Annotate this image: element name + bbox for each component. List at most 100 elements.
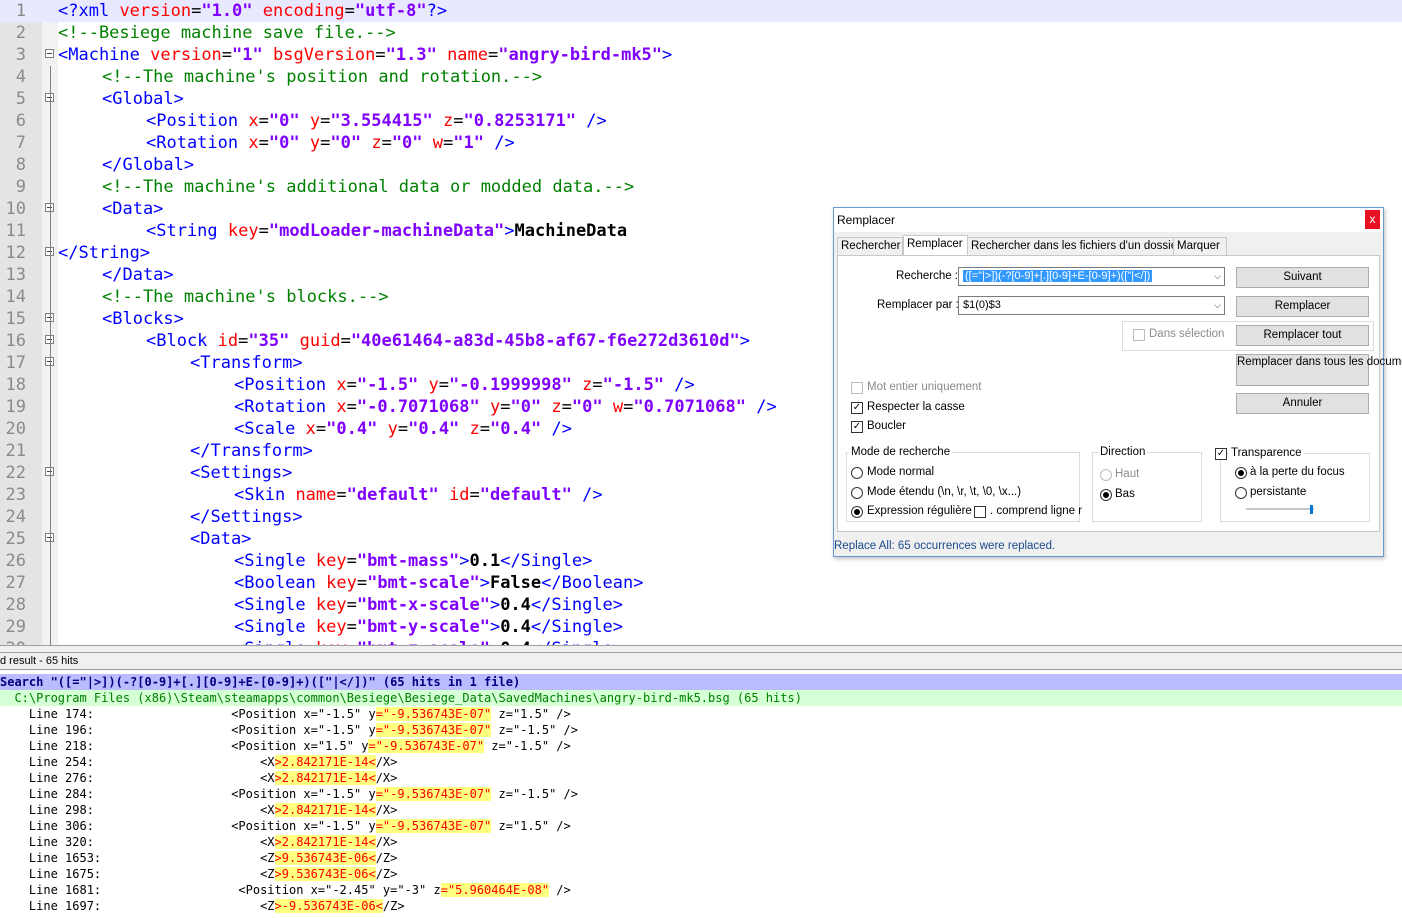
transparency-slider[interactable]: [1246, 508, 1314, 510]
result-row[interactable]: Line 284: <Position x="-1.5" y="-9.53674…: [0, 786, 1402, 802]
close-icon[interactable]: x: [1365, 210, 1380, 229]
result-line-label: Line 218:: [0, 739, 116, 753]
code-text: <Scale x="0.4" y="0.4" z="0.4" />: [234, 419, 572, 439]
code-text: <Data>: [102, 199, 164, 219]
code-text: <!--The machine's position and rotation.…: [102, 67, 543, 87]
code-line[interactable]: 28 <Single key="bmt-x-scale">0.4</Single>: [0, 594, 1402, 616]
line-number: 6: [15, 111, 26, 131]
code-line[interactable]: 9 <!--The machine's additional data or mo…: [0, 176, 1402, 198]
result-row[interactable]: Line 1697: <Z>-9.536743E-06</Z>: [0, 898, 1402, 914]
result-row[interactable]: Line 1681: <Position x="-2.45" y="-3" z=…: [0, 882, 1402, 898]
search-summary-line[interactable]: Search "([="|>])(-?[0-9]+[.][0-9]+E-[0-9…: [0, 674, 1402, 690]
line-number: 26: [5, 551, 26, 571]
tab-marquer[interactable]: Marquer: [1173, 237, 1227, 255]
result-row[interactable]: Line 1675: <Z>9.536743E-06</Z>: [0, 866, 1402, 882]
result-text: <X: [115, 835, 275, 849]
code-line[interactable]: 29 <Single key="bmt-y-scale">0.4</Single>: [0, 616, 1402, 638]
dialog-titlebar[interactable]: Remplacer x: [834, 208, 1383, 232]
replace-button[interactable]: Remplacer: [1236, 296, 1369, 317]
mode-normal-radio[interactable]: [851, 467, 863, 479]
trans-always-radio[interactable]: [1235, 487, 1247, 499]
line-number: 28: [5, 595, 26, 615]
replace-all-docs-button[interactable]: Remplacer dans tous les documents ouvert…: [1236, 354, 1402, 386]
in-selection-checkbox[interactable]: [1133, 329, 1145, 341]
result-text: /Z>: [382, 899, 405, 913]
cancel-button[interactable]: Annuler: [1236, 393, 1369, 414]
transparency-label: Transparence: [1229, 447, 1304, 459]
result-row[interactable]: Line 298: <X>2.842171E-14</X>: [0, 802, 1402, 818]
code-line[interactable]: 7 <Rotation x="0" y="0" z="0" w="1" />: [0, 132, 1402, 154]
code-line[interactable]: 3 <Machine version="1" bsgVersion="1.3" n…: [0, 44, 1402, 66]
result-text: /X>: [375, 771, 398, 785]
replace-all-button[interactable]: Remplacer tout: [1236, 325, 1369, 346]
result-row[interactable]: Line 254: <X>2.842171E-14</X>: [0, 754, 1402, 770]
result-row[interactable]: Line 218: <Position x="1.5" y="-9.536743…: [0, 738, 1402, 754]
whole-word-checkbox[interactable]: [851, 382, 863, 394]
result-line-label: Line 254:: [0, 755, 116, 769]
trans-always-label: persistante: [1250, 486, 1307, 498]
result-row[interactable]: Line 174: <Position x="-1.5" y="-9.53674…: [0, 706, 1402, 722]
tab-rechercher[interactable]: Rechercher: [837, 237, 903, 255]
result-match-highlight: >-9.536743E-06<: [274, 899, 383, 913]
in-selection-label: Dans sélection: [1149, 328, 1225, 340]
result-row[interactable]: Line 1653: <Z>9.536743E-06</Z>: [0, 850, 1402, 866]
transparency-checkbox[interactable]: ✓: [1215, 448, 1227, 460]
result-line-label: Line 306:: [0, 819, 116, 833]
code-line[interactable]: 2 <!--Besiege machine save file.-->: [0, 22, 1402, 44]
line-number: 5: [15, 89, 26, 109]
code-text: </String>: [58, 243, 151, 263]
result-match-highlight: >2.842171E-14<: [274, 755, 376, 769]
next-button[interactable]: Suivant: [1236, 267, 1369, 288]
trans-focus-radio[interactable]: [1235, 467, 1247, 479]
wrap-label: Boucler: [867, 420, 906, 432]
result-match-highlight: >2.842171E-14<: [274, 803, 376, 817]
result-match-highlight: ="-9.536743E-07": [375, 787, 492, 801]
mode-regex-radio[interactable]: [851, 506, 863, 518]
panel-splitter[interactable]: [0, 645, 1402, 653]
result-text: /X>: [375, 803, 398, 817]
match-case-checkbox[interactable]: ✓: [851, 402, 863, 414]
code-text: <Machine version="1" bsgVersion="1.3" na…: [58, 45, 673, 65]
code-line[interactable]: 4 <!--The machine's position and rotation…: [0, 66, 1402, 88]
result-row[interactable]: Line 196: <Position x="-1.5" y="-9.53674…: [0, 722, 1402, 738]
search-input[interactable]: ([="|>])(-?[0-9]+[.][0-9]+E-[0-9]+)(["|<…: [958, 267, 1225, 286]
replace-input[interactable]: $1(0)$3 ⌵: [958, 296, 1225, 315]
code-line[interactable]: 5 <Global>: [0, 88, 1402, 110]
code-line[interactable]: 27 <Boolean key="bmt-scale">False</Boolea…: [0, 572, 1402, 594]
dir-down-radio[interactable]: [1100, 489, 1112, 501]
wrap-checkbox[interactable]: ✓: [851, 421, 863, 433]
transparency-slider-thumb[interactable]: [1310, 505, 1313, 514]
line-number: 30: [0, 638, 26, 645]
line-number: 16: [5, 331, 26, 351]
result-line-label: Line 196:: [0, 723, 116, 737]
search-input-value: ([="|>])(-?[0-9]+[.][0-9]+E-[0-9]+)(["|<…: [963, 270, 1153, 282]
dir-up-radio[interactable]: [1100, 469, 1112, 481]
mode-extended-radio[interactable]: [851, 487, 863, 499]
dot-newline-checkbox[interactable]: [974, 506, 986, 518]
result-text: <Z: [115, 867, 275, 881]
fold-toggle-icon[interactable]: [45, 49, 54, 58]
code-line[interactable]: 6 <Position x="0" y="3.554415" z="0.82531…: [0, 110, 1402, 132]
code-text: <Position x="0" y="3.554415" z="0.825317…: [146, 111, 607, 131]
result-text: <X: [115, 755, 275, 769]
tab-rechercher-dossier[interactable]: Rechercher dans les fichiers d'un dossie…: [967, 237, 1181, 255]
result-text: /Z>: [375, 851, 398, 865]
find-results-panel[interactable]: Search "([="|>])(-?[0-9]+[.][0-9]+E-[0-9…: [0, 674, 1402, 918]
code-text: <Settings>: [190, 463, 293, 483]
result-text: /X>: [375, 755, 398, 769]
tab-remplacer[interactable]: Remplacer: [903, 235, 968, 256]
code-text: <Single key="bmt-mass">0.1</Single>: [234, 551, 593, 571]
line-number: 12: [5, 243, 26, 263]
result-row[interactable]: Line 276: <X>2.842171E-14</X>: [0, 770, 1402, 786]
result-row[interactable]: Line 320: <X>2.842171E-14</X>: [0, 834, 1402, 850]
result-match-highlight: ="-9.536743E-07": [375, 723, 492, 737]
chevron-down-icon[interactable]: ⌵: [1214, 268, 1221, 285]
code-line[interactable]: 8 </Global>: [0, 154, 1402, 176]
search-file-line[interactable]: C:\Program Files (x86)\Steam\steamapps\c…: [0, 690, 1402, 706]
line-number: 25: [5, 529, 26, 549]
result-match-highlight: ="-9.536743E-07": [375, 707, 492, 721]
result-row[interactable]: Line 306: <Position x="-1.5" y="-9.53674…: [0, 818, 1402, 834]
chevron-down-icon[interactable]: ⌵: [1214, 297, 1221, 314]
code-line[interactable]: 1 <?xml version="1.0" encoding="utf-8"?>: [0, 0, 1402, 22]
code-line[interactable]: 30 <Single key="bmt-z-scale">0.4</Single>: [0, 638, 1402, 645]
